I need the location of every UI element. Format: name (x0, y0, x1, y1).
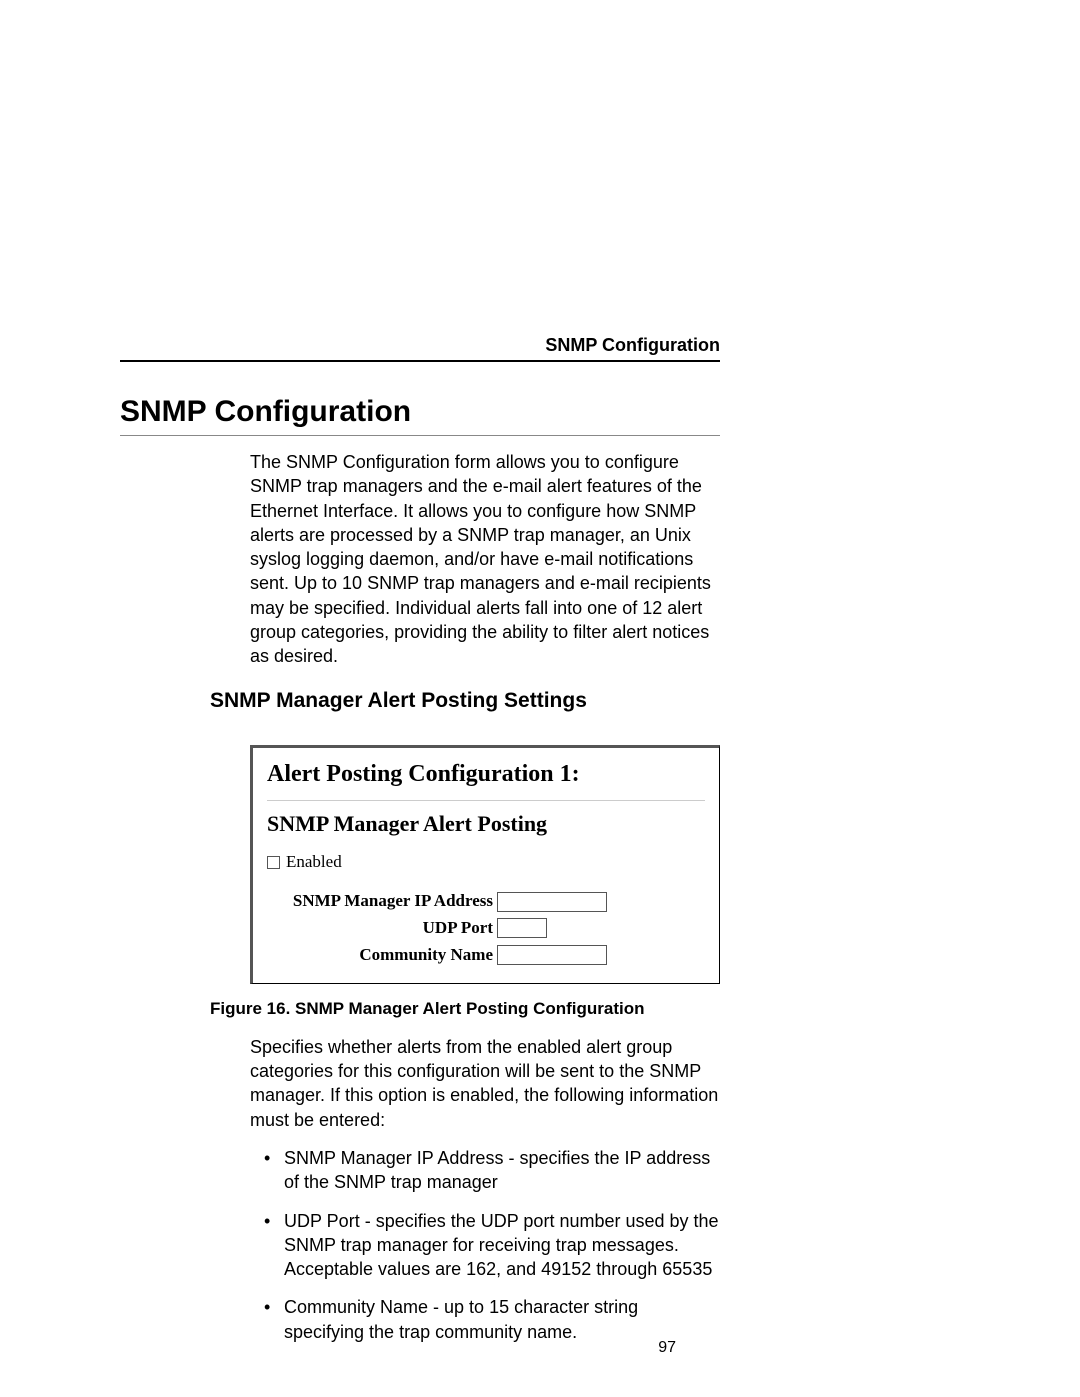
community-name-label: Community Name (267, 944, 497, 967)
figure-caption: Figure 16. SNMP Manager Alert Posting Co… (210, 998, 720, 1021)
list-item: UDP Port - specifies the UDP port number… (250, 1209, 720, 1282)
title-rule (120, 435, 720, 436)
bullet-list: SNMP Manager IP Address - specifies the … (250, 1146, 720, 1344)
after-figure-paragraph: Specifies whether alerts from the enable… (250, 1035, 720, 1132)
page-number: 97 (658, 1339, 676, 1357)
list-item: SNMP Manager IP Address - specifies the … (250, 1146, 720, 1195)
udp-port-input[interactable] (497, 918, 547, 938)
header-rule (120, 360, 720, 362)
figure-title: Alert Posting Configuration 1: (267, 758, 705, 790)
figure-alert-posting-config: Alert Posting Configuration 1: SNMP Mana… (250, 745, 720, 984)
intro-paragraph: The SNMP Configuration form allows you t… (250, 450, 720, 669)
running-header: SNMP Configuration (545, 335, 720, 356)
section-heading: SNMP Manager Alert Posting Settings (210, 687, 720, 715)
ip-address-input[interactable] (497, 892, 607, 912)
enabled-label: Enabled (286, 851, 342, 874)
enabled-checkbox[interactable] (267, 856, 280, 869)
figure-divider (267, 800, 705, 801)
list-item: Community Name - up to 15 character stri… (250, 1295, 720, 1344)
udp-port-label: UDP Port (267, 917, 497, 940)
ip-address-label: SNMP Manager IP Address (267, 890, 497, 913)
page-title: SNMP Configuration (120, 395, 720, 429)
figure-subtitle: SNMP Manager Alert Posting (267, 809, 705, 839)
community-name-input[interactable] (497, 945, 607, 965)
